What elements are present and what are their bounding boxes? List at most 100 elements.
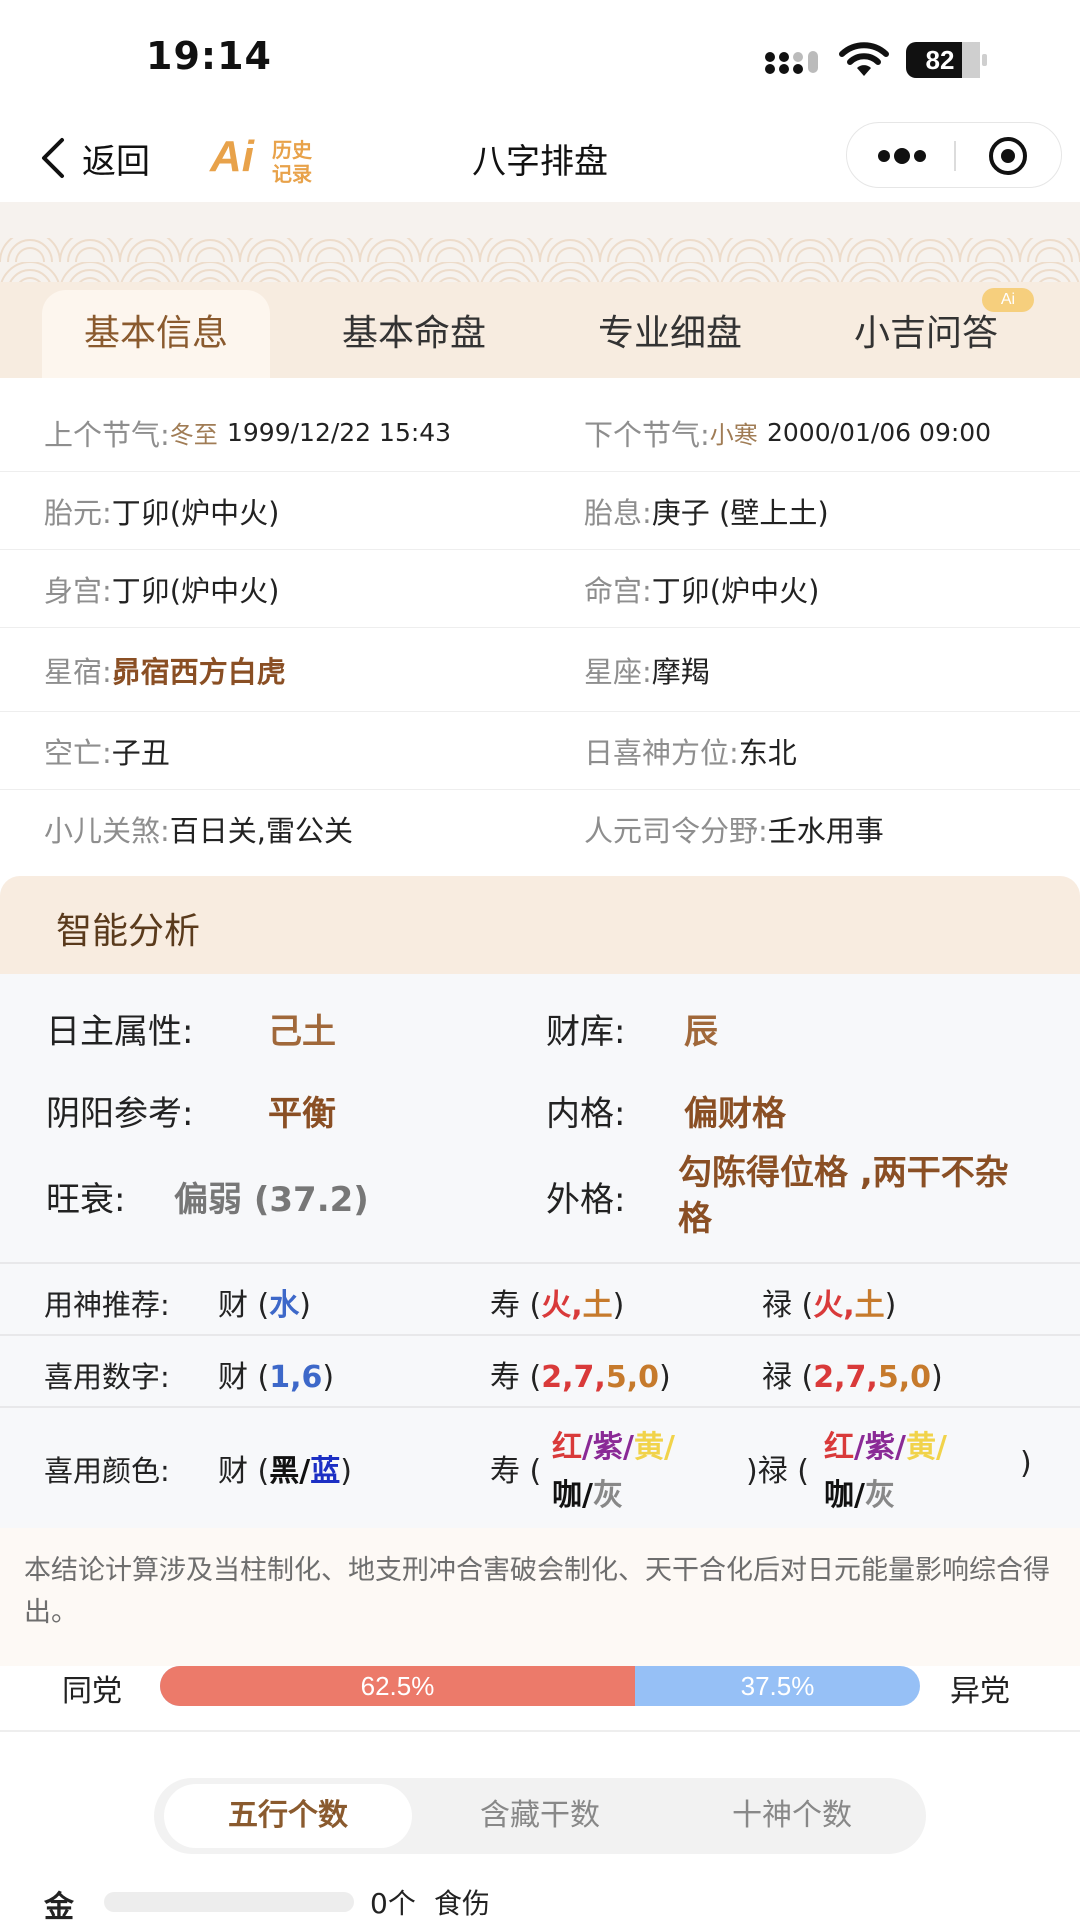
- close-target-icon[interactable]: [987, 135, 1029, 177]
- shengong-value: 丁卯(炉中火): [111, 573, 280, 608]
- info-row-xiaoer: 小儿关煞: 百日关,雷公关 人元司令分野: 壬水用事: [0, 790, 1080, 868]
- yanse-cai-slash: /: [299, 1454, 311, 1489]
- taixi-key: 胎息:: [584, 495, 652, 530]
- yanse-lu-colors-line2: 咖/灰: [824, 1470, 895, 1514]
- yongshen-lu-close: ): [884, 1288, 897, 1323]
- prev-term-time: 1999/12/22 15:43: [227, 418, 452, 447]
- yanse-shou-red: 红: [552, 1430, 582, 1465]
- shuzi-cai-6: 6: [301, 1360, 323, 1395]
- caiku-label: 财库:: [546, 1012, 626, 1052]
- yanse-lu-prefix: )禄 (: [746, 1454, 809, 1489]
- tab-detailed-chart[interactable]: 专业细盘: [556, 290, 784, 378]
- same-party-fill: 62.5%: [160, 1666, 635, 1706]
- shuzi-lu-prefix: 禄 (: [762, 1360, 814, 1395]
- shuzi-cai-1: 1: [269, 1360, 291, 1395]
- yongshen-lu: 禄 (火,土): [762, 1280, 896, 1324]
- info-row-star: 星宿: 昴宿西方白虎 星座: 摩羯: [0, 628, 1080, 712]
- yanse-lu-gray: 灰: [864, 1478, 895, 1513]
- yanse-shou-prefix: 寿 (: [490, 1454, 542, 1489]
- shuzi-lu: 禄 (2,7,5,0): [762, 1352, 943, 1396]
- yanse-shou-slash: /: [663, 1430, 675, 1465]
- neige-value: 偏财格: [684, 1094, 786, 1134]
- diff-party-fill: 37.5%: [740, 1671, 815, 1701]
- seg-tab-wuxing[interactable]: 五行个数: [164, 1784, 412, 1848]
- minggong-key: 命宫:: [584, 573, 652, 608]
- yanse-lu-red: 红: [824, 1430, 854, 1465]
- analysis-header: 智能分析: [0, 876, 1080, 974]
- yanse-cai-blue: 蓝: [310, 1454, 341, 1489]
- kongwang: 空亡: 子丑: [44, 712, 170, 789]
- shuzi-shou-7: 7: [573, 1360, 595, 1395]
- analysis-divider: [0, 1406, 1080, 1408]
- status-time: 19:14: [146, 34, 272, 78]
- yongshen-lu-fire: 火: [813, 1288, 844, 1323]
- party-ratio-bar: 62.5% 37.5%: [160, 1666, 920, 1706]
- yanse-lu-brown: 咖: [824, 1478, 854, 1513]
- yongshen-lu-prefix: 禄 (: [762, 1288, 814, 1323]
- diff-party-label: 异党: [950, 1674, 1010, 1709]
- analysis-body: 日主属性: 己土 财库: 辰 阴阳参考: 平衡 内格: 偏财格 旺衰: 偏弱 (…: [0, 974, 1080, 1528]
- xingxiu: 星宿: 昴宿西方白虎: [44, 628, 286, 711]
- seg-tab-canggan[interactable]: 含藏干数: [416, 1784, 664, 1848]
- shuzi-cai-prefix: 财 (: [218, 1360, 270, 1395]
- yanse-cai-prefix: 财 (: [218, 1454, 270, 1489]
- wangshuai-label: 旺衰:: [46, 1180, 126, 1220]
- mini-program-capsule: [846, 122, 1062, 188]
- minggong-value: 丁卯(炉中火): [651, 573, 820, 608]
- wuxing-stat-row: 金 0个 食伤: [0, 1878, 1080, 1920]
- taiyuan: 胎元: 丁卯(炉中火): [44, 472, 279, 549]
- tab-basic-chart[interactable]: 基本命盘: [300, 290, 528, 378]
- more-dots-icon[interactable]: [877, 145, 927, 167]
- xingxiu-value[interactable]: 昴宿西方白虎: [112, 649, 286, 691]
- yanse-cai: 财 (黑/蓝): [218, 1446, 352, 1490]
- yanse-cai-black: 黑: [269, 1454, 300, 1489]
- renyuan-key: 人元司令分野:: [584, 814, 768, 848]
- shuzi-shou-comma: ,: [594, 1360, 606, 1395]
- xingzuo-key: 星座:: [584, 654, 652, 689]
- yanse-shou-colors-line2: 咖/灰: [552, 1470, 623, 1514]
- yanse-lu-slash: /: [894, 1430, 906, 1465]
- rizhu-label: 日主属性:: [46, 1012, 194, 1052]
- yongshen-shou-fire: 火: [541, 1288, 572, 1323]
- shuzi-shou-comma: ,: [562, 1360, 574, 1395]
- wifi-icon: [839, 42, 889, 76]
- analysis-divider: [0, 1334, 1080, 1336]
- party-ratio-row: 同党 62.5% 37.5% 异党: [0, 1666, 1080, 1730]
- rizhu-value: 己土: [268, 1012, 336, 1052]
- waige-value: 勾陈得位格 ,两干不杂格: [678, 1153, 1009, 1239]
- shengong-key: 身宫:: [44, 573, 112, 608]
- info-row-taiyuan: 胎元: 丁卯(炉中火) 胎息: 庚子 (壁上土): [0, 472, 1080, 550]
- yongshen-shou-close: ): [612, 1288, 625, 1323]
- stat-tag: 食伤: [434, 1887, 491, 1920]
- yongshen-shou: 寿 (火,土): [490, 1280, 624, 1324]
- info-row-kongwang: 空亡: 子丑 日喜神方位: 东北: [0, 712, 1080, 790]
- yanse-shou-purple: 紫: [592, 1430, 623, 1465]
- shuzi-shou-prefix: 寿 (: [490, 1360, 542, 1395]
- yongshen-cai-close: ): [299, 1288, 311, 1323]
- taiyuan-value: 丁卯(炉中火): [111, 495, 280, 530]
- taixi: 胎息: 庚子 (壁上土): [584, 472, 829, 549]
- yanse-shou-colors-line1: 红/紫/黄/: [552, 1422, 675, 1466]
- yanse-lu-slash: /: [935, 1430, 947, 1465]
- yanse-lu-close: ): [1020, 1446, 1032, 1481]
- battery-level: 82: [925, 45, 955, 75]
- status-bar: 19:14 82: [0, 0, 1080, 110]
- shuzi-shou-comma: ,: [626, 1360, 639, 1395]
- shuzi-shou-close: ): [658, 1360, 671, 1395]
- yongshen-shou-earth: 土: [582, 1288, 613, 1323]
- shuzi-shou-2: 2: [541, 1360, 563, 1395]
- yanse-lu-colors-line1: 红/紫/黄/: [824, 1422, 947, 1466]
- shuzi-cai-comma: ,: [290, 1360, 302, 1395]
- renyuan-value: 壬水用事: [767, 814, 884, 848]
- ai-badge: Ai: [982, 288, 1034, 312]
- nav-bar: 返回 Ai 历史 记录 八字排盘: [0, 110, 1080, 202]
- yanse-cai-close: ): [340, 1454, 352, 1489]
- shuzi-cai: 财 (1,6): [218, 1352, 334, 1396]
- decorative-wave-band: [0, 202, 1080, 282]
- minggong: 命宫: 丁卯(炉中火): [584, 550, 819, 627]
- seg-tab-shishen[interactable]: 十神个数: [668, 1784, 916, 1848]
- main-tab-bar: 基本信息 基本命盘 专业细盘 小吉问答: [0, 282, 1080, 378]
- yinyang-label: 阴阳参考:: [46, 1094, 194, 1134]
- stat-bar: [104, 1892, 354, 1912]
- tab-basic-info[interactable]: 基本信息: [42, 290, 270, 378]
